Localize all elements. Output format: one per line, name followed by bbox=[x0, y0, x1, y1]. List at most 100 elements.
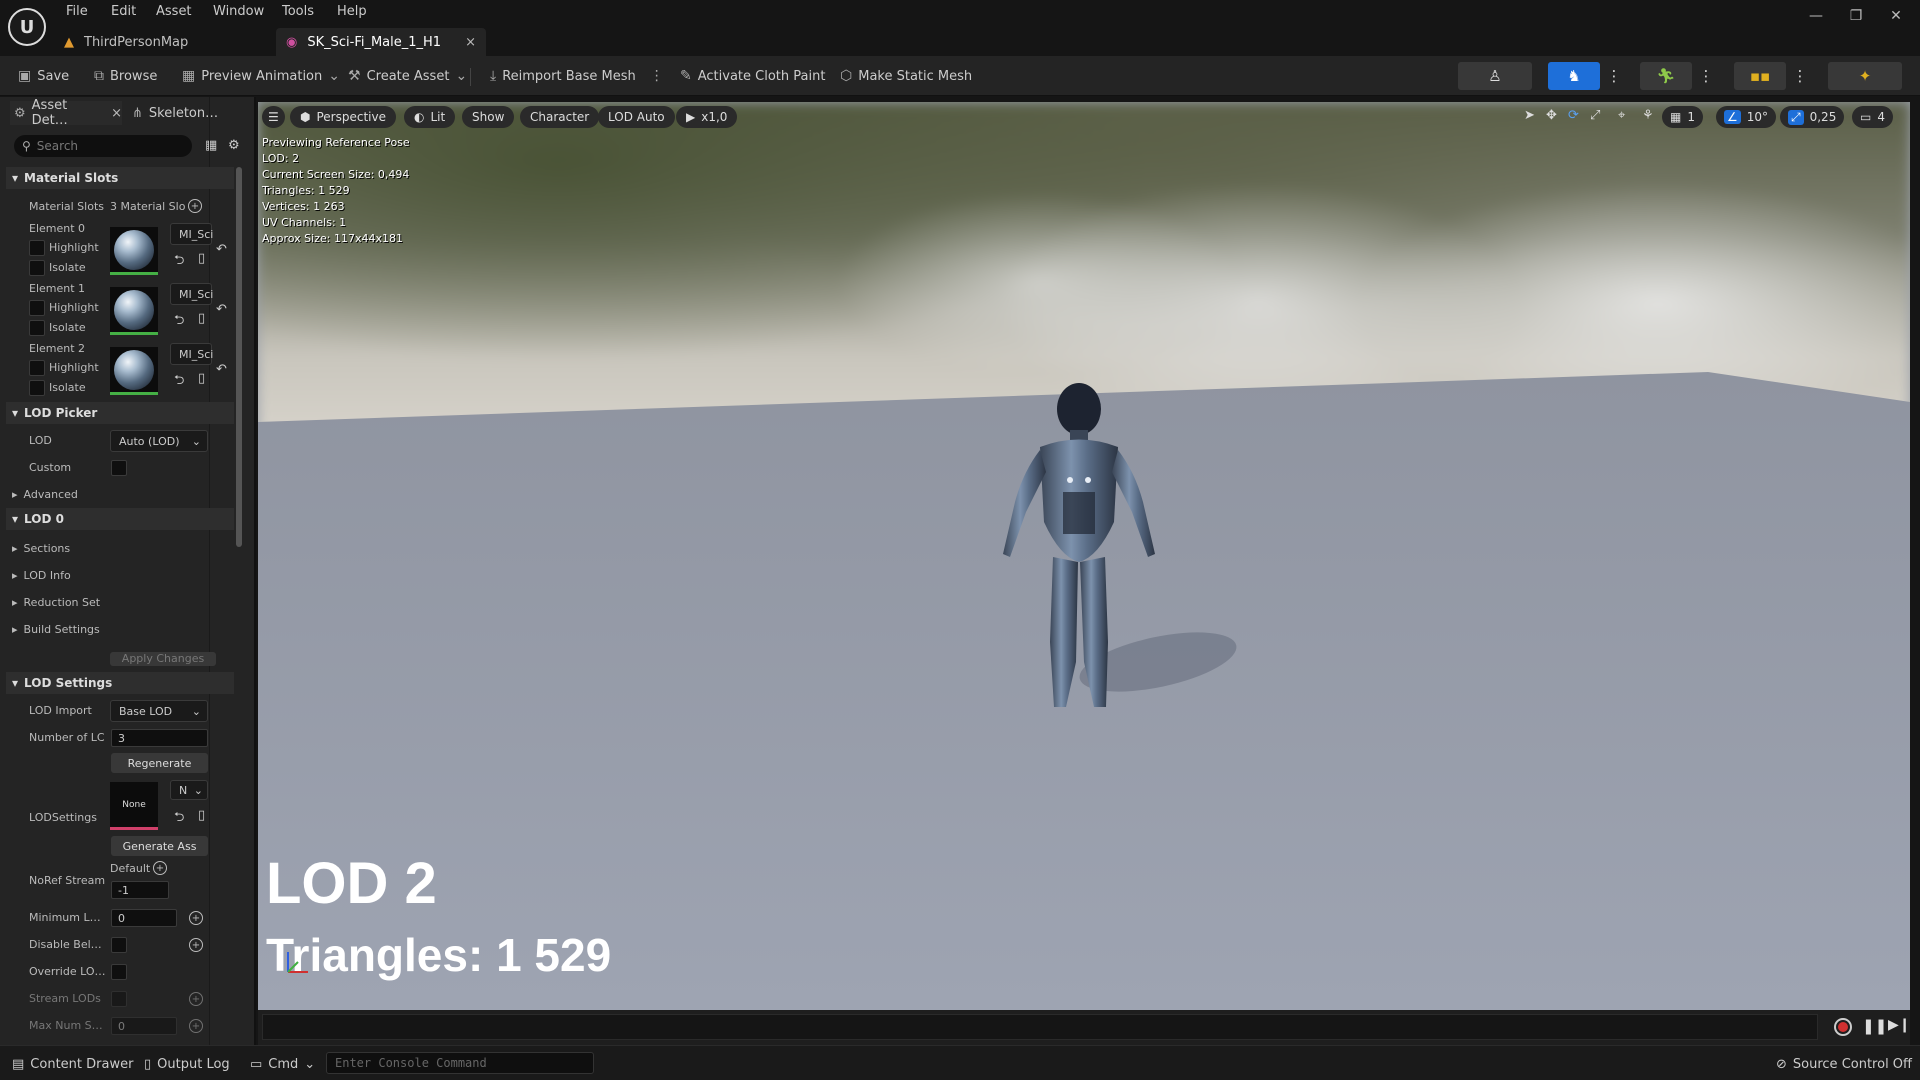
character-button[interactable]: Character bbox=[520, 106, 600, 128]
stream-lods-checkbox[interactable] bbox=[111, 991, 127, 1007]
restore-button[interactable]: ❐ bbox=[1836, 8, 1876, 24]
select-tool-icon[interactable]: ➤ bbox=[1524, 108, 1535, 123]
add-override-icon[interactable]: + bbox=[189, 1019, 203, 1033]
perspective-button[interactable]: ⬢ Perspective bbox=[290, 106, 396, 128]
browse-asset-icon[interactable]: ▯ bbox=[198, 808, 205, 823]
highlight-checkbox[interactable] bbox=[29, 360, 45, 376]
lod-import-dropdown[interactable]: Base LOD ⌄ bbox=[110, 700, 208, 722]
override-lod-checkbox[interactable] bbox=[111, 964, 127, 980]
menu-window[interactable]: Window bbox=[213, 4, 264, 22]
add-override-icon[interactable]: + bbox=[189, 938, 203, 952]
sections-row[interactable]: ▸ Sections bbox=[6, 537, 234, 559]
browse-asset-icon[interactable]: ▯ bbox=[198, 251, 205, 266]
tab-asset-details[interactable]: ⚙ Asset Det… × bbox=[10, 98, 122, 128]
console-command-input[interactable]: Enter Console Command bbox=[326, 1052, 594, 1074]
settings-gear-icon[interactable]: ⚙ bbox=[228, 138, 240, 153]
use-selected-icon[interactable]: ⮌ bbox=[174, 808, 184, 830]
number-of-lods-input[interactable]: 3 bbox=[111, 729, 208, 747]
reset-icon[interactable]: ↶ bbox=[216, 302, 227, 317]
lodsettings-thumbnail[interactable]: None bbox=[110, 782, 158, 830]
reduction-settings-row[interactable]: ▸ Reduction Set bbox=[6, 591, 234, 613]
reimport-button[interactable]: ⤓ Reimport Base Mesh ⋮ bbox=[490, 64, 664, 88]
rotate-tool-icon[interactable]: ⟳ bbox=[1568, 108, 1579, 123]
material-picker[interactable]: MI_Sci bbox=[170, 343, 213, 365]
table-view-icon[interactable]: ▦ bbox=[205, 138, 217, 153]
world-local-icon[interactable]: ⌖ bbox=[1618, 108, 1625, 123]
add-material-slot-icon[interactable]: + bbox=[188, 199, 202, 213]
mesh-mode-options[interactable]: ⋮ bbox=[1604, 62, 1624, 90]
highlight-checkbox[interactable] bbox=[29, 300, 45, 316]
save-button[interactable]: ▣ Save bbox=[18, 64, 69, 88]
content-drawer-button[interactable]: ▤ Content Drawer bbox=[12, 1054, 133, 1074]
browse-asset-icon[interactable]: ▯ bbox=[198, 371, 205, 386]
add-override-icon[interactable]: + bbox=[153, 861, 167, 875]
more-options-icon[interactable]: ⋮ bbox=[650, 68, 664, 84]
isolate-checkbox[interactable] bbox=[29, 320, 45, 336]
output-log-button[interactable]: ▯ Output Log bbox=[144, 1054, 230, 1074]
scale-snap-button[interactable]: ⤢ 0,25 bbox=[1780, 106, 1845, 128]
unreal-logo-icon[interactable]: U bbox=[8, 8, 46, 46]
lod-dropdown[interactable]: Auto (LOD) ⌄ bbox=[110, 430, 208, 452]
record-icon[interactable] bbox=[1834, 1018, 1852, 1036]
advanced-row[interactable]: ▸ Advanced bbox=[6, 483, 234, 505]
skeleton-mode-button[interactable]: ♙ bbox=[1458, 62, 1532, 90]
playback-speed-button[interactable]: ▶ x1,0 bbox=[676, 106, 738, 128]
add-override-icon[interactable]: + bbox=[189, 992, 203, 1006]
lod-settings-header[interactable]: ▾ LOD Settings bbox=[6, 672, 234, 694]
translate-tool-icon[interactable]: ✥ bbox=[1546, 108, 1557, 123]
viewport[interactable]: ☰ ⬢ Perspective ◐ Lit Show Character LOD… bbox=[258, 102, 1910, 1010]
scrollbar[interactable] bbox=[236, 167, 242, 547]
use-selected-icon[interactable]: ⮌ bbox=[174, 251, 184, 273]
isolate-checkbox[interactable] bbox=[29, 380, 45, 396]
material-thumbnail[interactable] bbox=[110, 347, 158, 395]
max-num-streamed-input[interactable]: 0 bbox=[111, 1017, 177, 1035]
lod-picker-header[interactable]: ▾ LOD Picker bbox=[6, 402, 234, 424]
create-asset-button[interactable]: ⚒ Create Asset ⌄ bbox=[348, 64, 467, 88]
generate-asset-button[interactable]: Generate Ass bbox=[111, 836, 208, 856]
mesh-mode-button[interactable]: ♞ bbox=[1548, 62, 1600, 90]
menu-file[interactable]: File bbox=[66, 4, 88, 22]
use-selected-icon[interactable]: ⮌ bbox=[174, 311, 184, 333]
menu-edit[interactable]: Edit bbox=[111, 4, 136, 22]
browse-asset-icon[interactable]: ▯ bbox=[198, 311, 205, 326]
make-static-mesh-button[interactable]: ⬡ Make Static Mesh bbox=[840, 64, 972, 88]
custom-checkbox[interactable] bbox=[111, 460, 127, 476]
menu-tools[interactable]: Tools bbox=[282, 4, 314, 22]
lodsettings-picker[interactable]: N ⌄ bbox=[170, 780, 208, 800]
reset-icon[interactable]: ↶ bbox=[216, 242, 227, 257]
grid-snap-button[interactable]: ▦ 1 bbox=[1662, 106, 1703, 128]
tab-skeleton-tree[interactable]: ⋔ Skeleton… bbox=[132, 101, 218, 125]
add-override-icon[interactable]: + bbox=[189, 911, 203, 925]
tab-close-icon[interactable]: × bbox=[111, 106, 122, 121]
reset-icon[interactable]: ↶ bbox=[216, 362, 227, 377]
search-input[interactable]: ⚲ Search bbox=[14, 135, 192, 157]
use-selected-icon[interactable]: ⮌ bbox=[174, 371, 184, 393]
apply-changes-button[interactable]: Apply Changes bbox=[110, 652, 216, 666]
cloth-paint-button[interactable]: ✎ Activate Cloth Paint bbox=[680, 64, 825, 88]
preview-animation-button[interactable]: ▦ Preview Animation ⌄ bbox=[182, 64, 340, 88]
source-control-button[interactable]: ⊘ Source Control Off bbox=[1776, 1054, 1912, 1074]
material-picker[interactable]: MI_Sci bbox=[170, 223, 213, 245]
show-button[interactable]: Show bbox=[462, 106, 515, 128]
browse-button[interactable]: ⧉ Browse bbox=[94, 64, 157, 88]
lit-button[interactable]: ◐ Lit bbox=[404, 106, 456, 128]
lod-info-row[interactable]: ▸ LOD Info bbox=[6, 564, 234, 586]
pause-icon[interactable]: ❚❚ bbox=[1862, 1017, 1887, 1035]
blueprint-mode-button[interactable]: ▪▪ bbox=[1734, 62, 1786, 90]
material-slots-header[interactable]: ▾ Material Slots bbox=[6, 167, 234, 189]
material-thumbnail[interactable] bbox=[110, 287, 158, 335]
disable-below-min-checkbox[interactable] bbox=[111, 937, 127, 953]
lod0-header[interactable]: ▾ LOD 0 bbox=[6, 508, 234, 530]
blueprint-mode-options[interactable]: ⋮ bbox=[1790, 62, 1810, 90]
tab-close-icon[interactable]: × bbox=[465, 35, 476, 50]
minimum-lod-input[interactable]: 0 bbox=[111, 909, 177, 927]
step-forward-icon[interactable]: ▶❙ bbox=[1888, 1017, 1911, 1033]
timeline-track[interactable] bbox=[262, 1014, 1818, 1040]
highlight-checkbox[interactable] bbox=[29, 240, 45, 256]
camera-speed-button[interactable]: ▭ 4 bbox=[1852, 106, 1893, 128]
scale-tool-icon[interactable]: ⤢ bbox=[1590, 108, 1600, 123]
close-window-button[interactable]: ✕ bbox=[1876, 8, 1916, 24]
animation-mode-options[interactable]: ⋮ bbox=[1696, 62, 1716, 90]
tab-skeletal-mesh[interactable]: ◉ SK_Sci-Fi_Male_1_H1 × bbox=[276, 28, 486, 56]
minimize-button[interactable]: — bbox=[1796, 8, 1836, 24]
